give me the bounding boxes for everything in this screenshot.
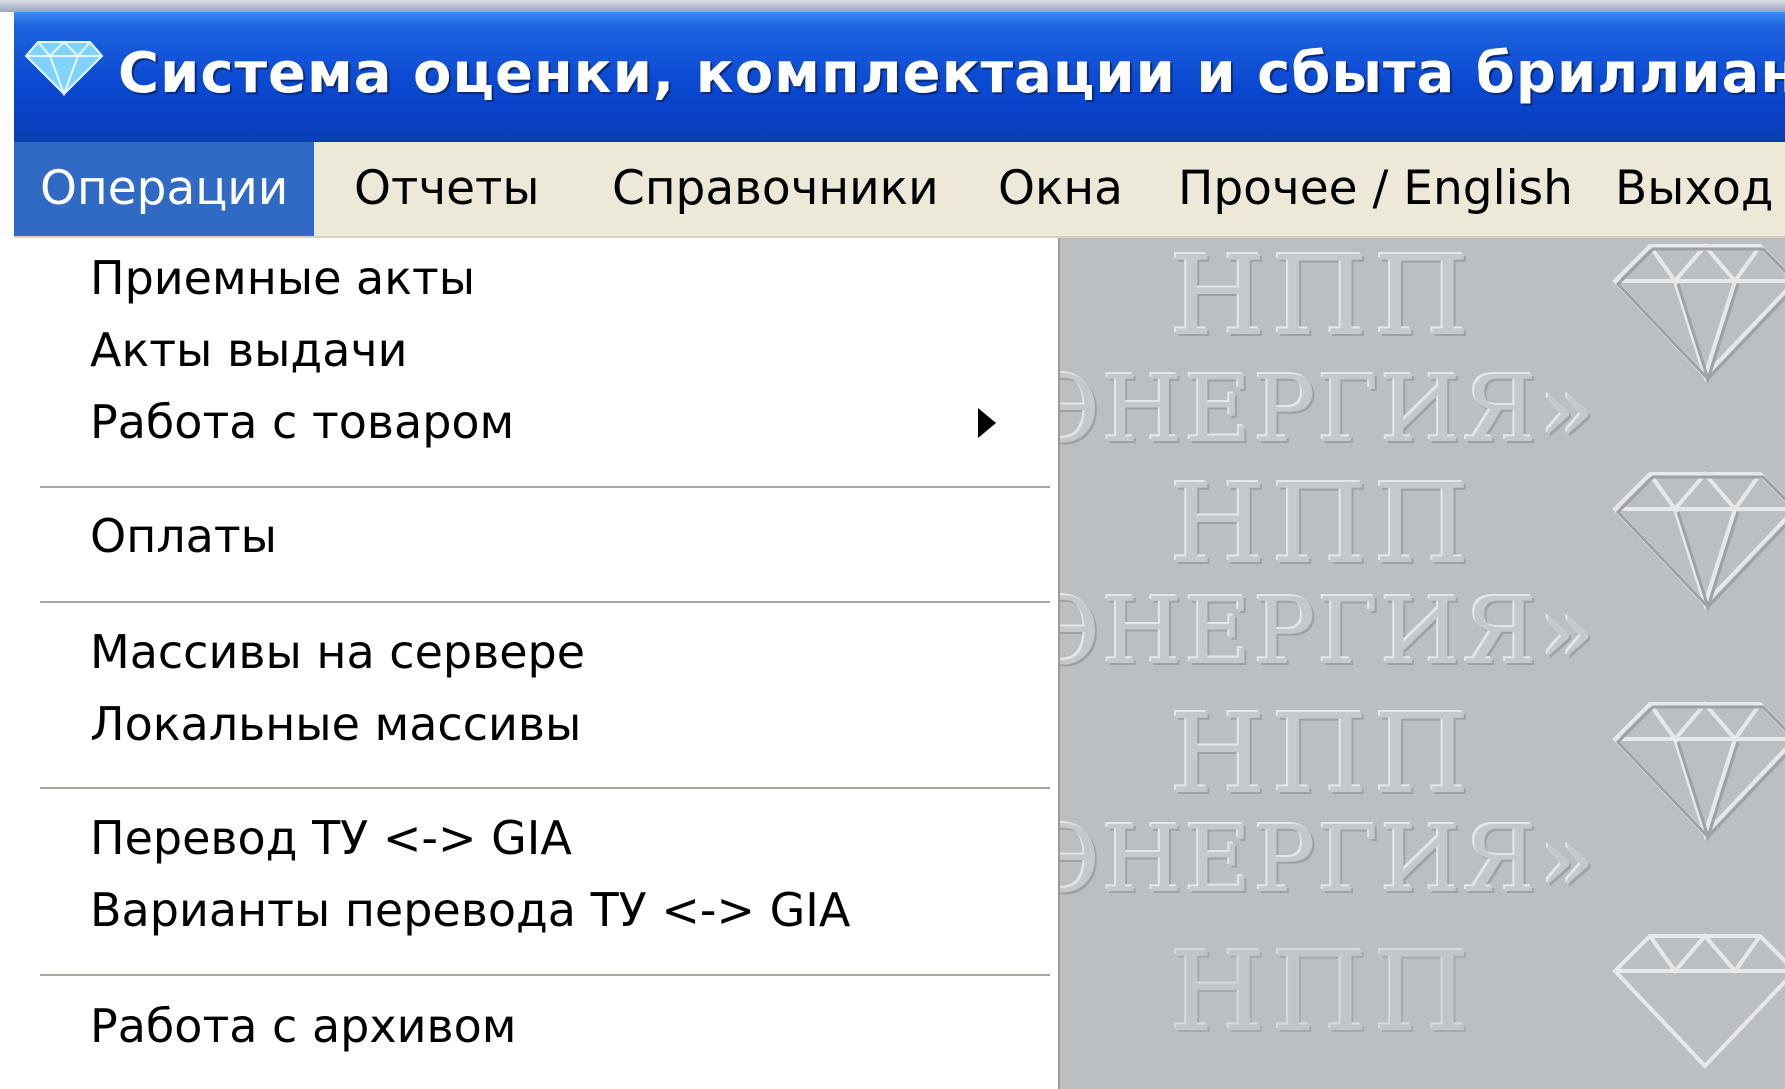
watermark-energy: ЭНЕРГИЯ»: [1060, 356, 1598, 463]
window-top-edge: [0, 0, 1785, 12]
menu-item-convert-tu-gia[interactable]: Перевод ТУ <-> GIA: [20, 802, 1052, 874]
workspace-background: НПП ЭНЕРГИЯ» НПП ЭНЕРГИЯ» НПП ЭНЕРГИЯ» Н…: [1060, 238, 1785, 1089]
menu-references[interactable]: Справочники: [586, 142, 965, 236]
menu-item-issue-acts[interactable]: Акты выдачи: [20, 314, 1052, 386]
menu-separator: [40, 787, 1050, 791]
watermark-energy: ЭНЕРГИЯ»: [1060, 806, 1598, 913]
menu-other-english[interactable]: Прочее / English: [1152, 142, 1599, 236]
watermark-energy: ЭНЕРГИЯ»: [1060, 578, 1598, 685]
menu-item-goods-work[interactable]: Работа с товаром: [20, 386, 1052, 458]
diamond-watermark-icon: [1612, 700, 1785, 842]
watermark-npp: НПП: [1170, 928, 1476, 1056]
menu-separator: [40, 974, 1050, 978]
menu-item-server-arrays[interactable]: Массивы на сервере: [20, 616, 1052, 688]
title-bar[interactable]: Система оценки, комплектации и сбыта бри…: [14, 12, 1785, 142]
menu-exit[interactable]: Выход: [1589, 142, 1785, 236]
operations-dropdown-menu: Приемные акты Акты выдачи Работа с товар…: [14, 238, 1060, 1089]
menu-item-local-arrays[interactable]: Локальные массивы: [20, 688, 1052, 760]
menu-operations[interactable]: Операции: [14, 142, 314, 236]
diamond-icon: [24, 40, 104, 96]
watermark-npp: НПП: [1170, 460, 1476, 588]
menu-separator: [40, 601, 1050, 605]
application-window: Система оценки, комплектации и сбыта бри…: [0, 0, 1785, 1089]
menu-item-label: Работа с товаром: [90, 395, 515, 449]
menu-item-archive[interactable]: Работа с архивом: [20, 990, 1052, 1062]
menu-reports[interactable]: Отчеты: [328, 142, 566, 236]
diamond-watermark-icon: [1612, 470, 1785, 612]
menu-item-acceptance-acts[interactable]: Приемные акты: [20, 242, 1052, 314]
diamond-watermark-icon: [1612, 242, 1785, 384]
menu-separator: [40, 486, 1050, 490]
menu-windows[interactable]: Окна: [972, 142, 1149, 236]
menu-bar: Операции Отчеты Справочники Окна Прочее …: [14, 142, 1785, 238]
menu-item-payments[interactable]: Оплаты: [20, 500, 1052, 572]
menu-item-convert-variants[interactable]: Варианты перевода ТУ <-> GIA: [20, 874, 1052, 946]
watermark-npp: НПП: [1170, 238, 1476, 360]
watermark-npp: НПП: [1170, 690, 1476, 818]
submenu-arrow-icon: [978, 408, 996, 438]
diamond-watermark-icon: [1612, 932, 1785, 1069]
window-title: Система оценки, комплектации и сбыта бри…: [118, 41, 1785, 106]
